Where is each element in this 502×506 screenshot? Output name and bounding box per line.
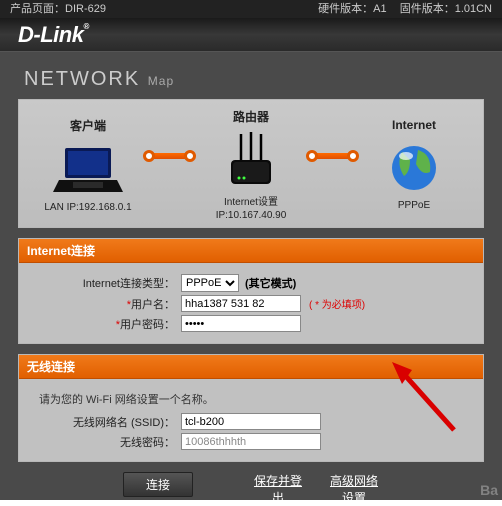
brand-logo: D-Link® xyxy=(18,22,89,48)
wifi-hint: 请为您的 Wi-Fi 网络设置一个名称。 xyxy=(39,391,471,407)
link-client-router xyxy=(149,153,190,159)
internet-node: Internet PPPoE xyxy=(359,118,469,211)
globe-icon xyxy=(359,138,469,198)
link-router-internet xyxy=(312,153,353,159)
username-label: *用户名： xyxy=(31,296,181,312)
router-icon xyxy=(196,131,306,191)
required-note: ( * 为必填项) xyxy=(309,296,365,311)
connect-button[interactable]: 连接 xyxy=(123,472,193,497)
password-label: *用户密码： xyxy=(31,316,181,332)
conn-type-select[interactable]: PPPoE xyxy=(181,274,239,292)
client-node: 客户端 LAN IP:192.168.0.1 xyxy=(33,117,143,213)
save-logout-link[interactable]: 保存并登出 xyxy=(253,472,303,506)
password-input[interactable] xyxy=(181,315,301,332)
watermark: Ba xyxy=(480,482,498,498)
ssid-input[interactable] xyxy=(181,413,321,430)
wifi-pw-input[interactable] xyxy=(181,433,321,450)
conn-type-label: Internet连接类型： xyxy=(31,275,181,291)
router-node: 路由器 Internet设置 IP:10.167.40.90 xyxy=(196,108,306,221)
product-page-label: 产品页面：DIR-629 xyxy=(10,0,106,18)
wifi-pw-label: 无线密码： xyxy=(31,434,181,450)
laptop-icon xyxy=(33,140,143,200)
top-info-bar: 产品页面：DIR-629 硬件版本：A1 固件版本：1.01CN xyxy=(0,0,502,18)
logo-band: D-Link® xyxy=(0,18,502,52)
internet-header: Internet连接 xyxy=(19,239,483,263)
page-title: NETWORK Map xyxy=(18,62,484,99)
wifi-header: 无线连接 xyxy=(19,355,483,379)
fw-version: 固件版本：1.01CN xyxy=(400,3,492,15)
ssid-label: 无线网络名 (SSID)： xyxy=(31,414,181,430)
mode-note: (其它模式) xyxy=(245,275,296,291)
internet-section: Internet连接 Internet连接类型： PPPoE (其它模式) *用… xyxy=(18,238,484,344)
wifi-section: 无线连接 请为您的 Wi-Fi 网络设置一个名称。 无线网络名 (SSID)： … xyxy=(18,354,484,462)
hw-version: 硬件版本：A1 xyxy=(318,3,386,15)
network-map-card: 客户端 LAN IP:192.168.0.1 路由器 xyxy=(18,99,484,228)
advanced-settings-link[interactable]: 高级网络设置 xyxy=(329,472,379,506)
username-input[interactable] xyxy=(181,295,301,312)
